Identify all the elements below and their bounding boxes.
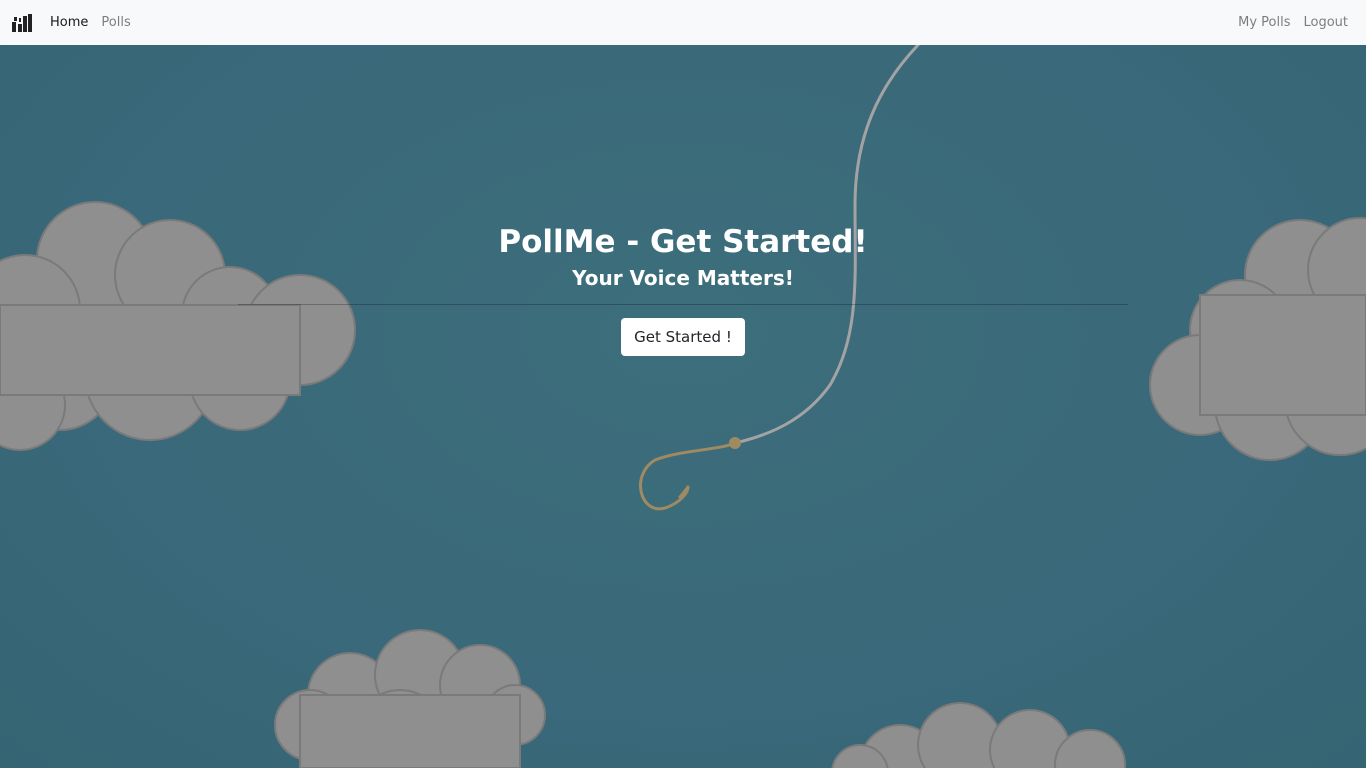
- hero-background-illustration: [0, 45, 1366, 768]
- navbar: Home Polls My Polls Logout: [0, 0, 1366, 45]
- get-started-button[interactable]: Get Started !: [621, 318, 745, 356]
- hero-section: PollMe - Get Started! Your Voice Matters…: [0, 45, 1366, 768]
- nav-left: Home Polls: [50, 15, 144, 30]
- hero-title: PollMe - Get Started!: [498, 224, 868, 260]
- poll-logo-icon: [12, 13, 32, 32]
- nav-right: My Polls Logout: [1225, 15, 1354, 30]
- nav-link-home[interactable]: Home: [50, 15, 88, 30]
- cloud-bottom-right: [831, 702, 1126, 768]
- nav-link-my-polls[interactable]: My Polls: [1238, 15, 1290, 30]
- brand-logo[interactable]: [12, 13, 32, 33]
- cloud-bottom-left: [274, 629, 546, 768]
- hero-content: PollMe - Get Started! Your Voice Matters…: [0, 223, 1366, 356]
- hero-subtitle: Your Voice Matters!: [572, 266, 794, 290]
- nav-link-logout[interactable]: Logout: [1303, 15, 1348, 30]
- nav-link-polls[interactable]: Polls: [101, 15, 130, 30]
- fishing-hook-icon: [639, 441, 737, 511]
- hero-divider: [238, 304, 1128, 305]
